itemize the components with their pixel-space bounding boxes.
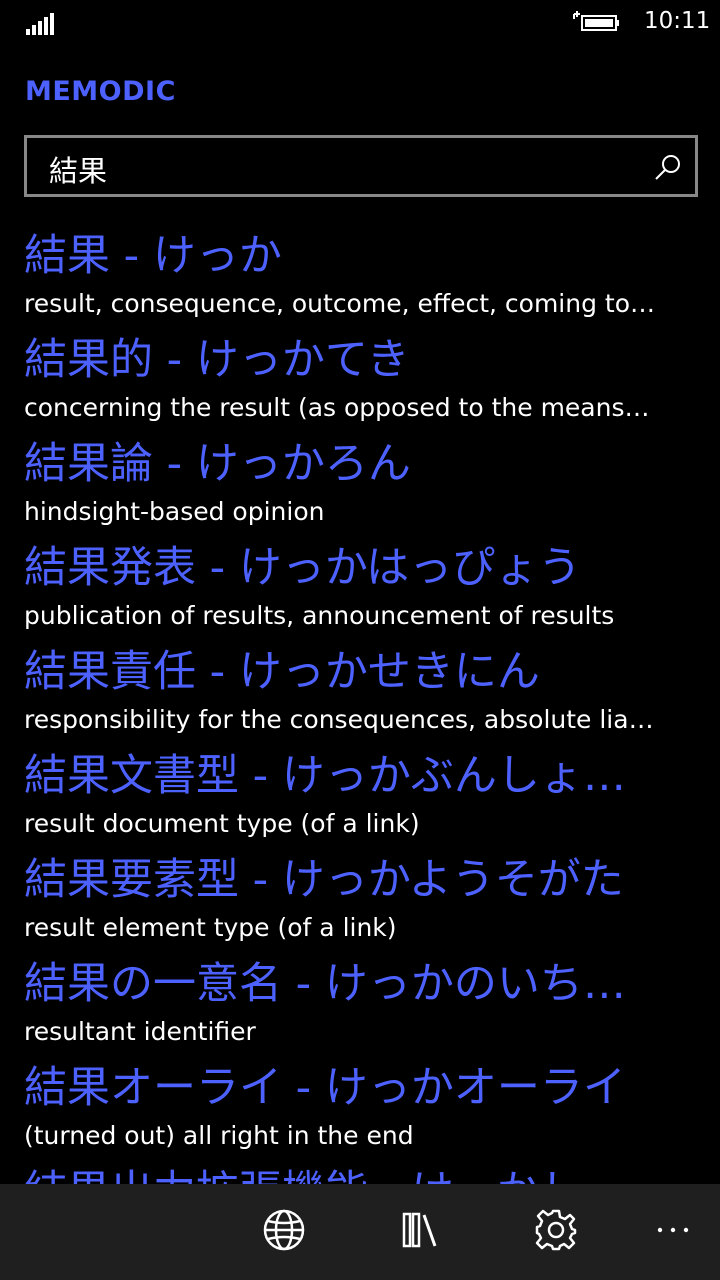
result-definition: result document type (of a link) <box>24 809 420 838</box>
result-item[interactable]: 結果論 - けっかろん hindsight-based opinion <box>0 434 720 538</box>
results-list[interactable]: 結果 - けっか result, consequence, outcome, e… <box>0 226 720 1184</box>
result-word: 結果的 - けっかてき <box>24 335 410 385</box>
result-item[interactable]: 結果の一意名 - けっかのいちい… resultant identifier <box>0 954 720 1058</box>
battery-charging-icon <box>573 11 619 31</box>
result-item[interactable]: 結果 - けっか result, consequence, outcome, e… <box>0 226 720 330</box>
result-word: 結果文書型 - けっかぶんしょがた <box>24 751 664 801</box>
result-definition: resultant identifier <box>24 1017 256 1046</box>
result-definition: concerning the result (as opposed to the… <box>24 393 650 422</box>
result-item[interactable]: 結果発表 - けっかはっぴょう publication of results, … <box>0 538 720 642</box>
result-item[interactable]: 結果的 - けっかてき concerning the result (as op… <box>0 330 720 434</box>
result-definition: result, consequence, outcome, effect, co… <box>24 289 656 318</box>
result-item[interactable]: 結果要素型 - けっかようそがた result element type (of… <box>0 850 720 954</box>
status-bar: 10:11 <box>0 0 720 48</box>
more-icon[interactable] <box>652 1208 696 1252</box>
result-definition: (turned out) all right in the end <box>24 1121 414 1150</box>
library-icon[interactable] <box>398 1208 442 1252</box>
result-word: 結果出力拡張機能 - けっかしゅ… <box>24 1162 664 1184</box>
result-word: 結果論 - けっかろん <box>24 439 411 489</box>
signal-strength-icon <box>26 13 54 35</box>
result-definition: publication of results, announcement of … <box>24 601 615 630</box>
result-word: 結果の一意名 - けっかのいちい… <box>24 959 664 1009</box>
result-item[interactable]: 結果オーライ - けっかオーライ (turned out) all right … <box>0 1058 720 1162</box>
result-word: 結果 - けっか <box>24 231 282 281</box>
app-bar <box>0 1184 720 1280</box>
result-word: 結果責任 - けっかせきにん <box>24 647 540 697</box>
search-input-value[interactable]: 結果 <box>49 148 107 190</box>
result-item[interactable]: 結果責任 - けっかせきにん responsibility for the co… <box>0 642 720 746</box>
result-item[interactable]: 結果出力拡張機能 - けっかしゅ… <box>0 1162 720 1184</box>
gear-icon[interactable] <box>534 1208 578 1252</box>
globe-icon[interactable] <box>262 1208 306 1252</box>
result-definition: result element type (of a link) <box>24 913 397 942</box>
search-icon[interactable] <box>653 152 683 182</box>
result-word: 結果発表 - けっかはっぴょう <box>24 543 582 593</box>
result-item[interactable]: 結果文書型 - けっかぶんしょがた result document type (… <box>0 746 720 850</box>
result-definition: responsibility for the consequences, abs… <box>24 705 654 734</box>
result-word: 結果要素型 - けっかようそがた <box>24 855 624 905</box>
app-title: MEMODIC <box>25 76 176 107</box>
search-input[interactable]: 結果 <box>24 135 698 197</box>
result-word: 結果オーライ - けっかオーライ <box>24 1063 626 1113</box>
result-definition: hindsight-based opinion <box>24 497 325 526</box>
status-time: 10:11 <box>644 8 711 34</box>
